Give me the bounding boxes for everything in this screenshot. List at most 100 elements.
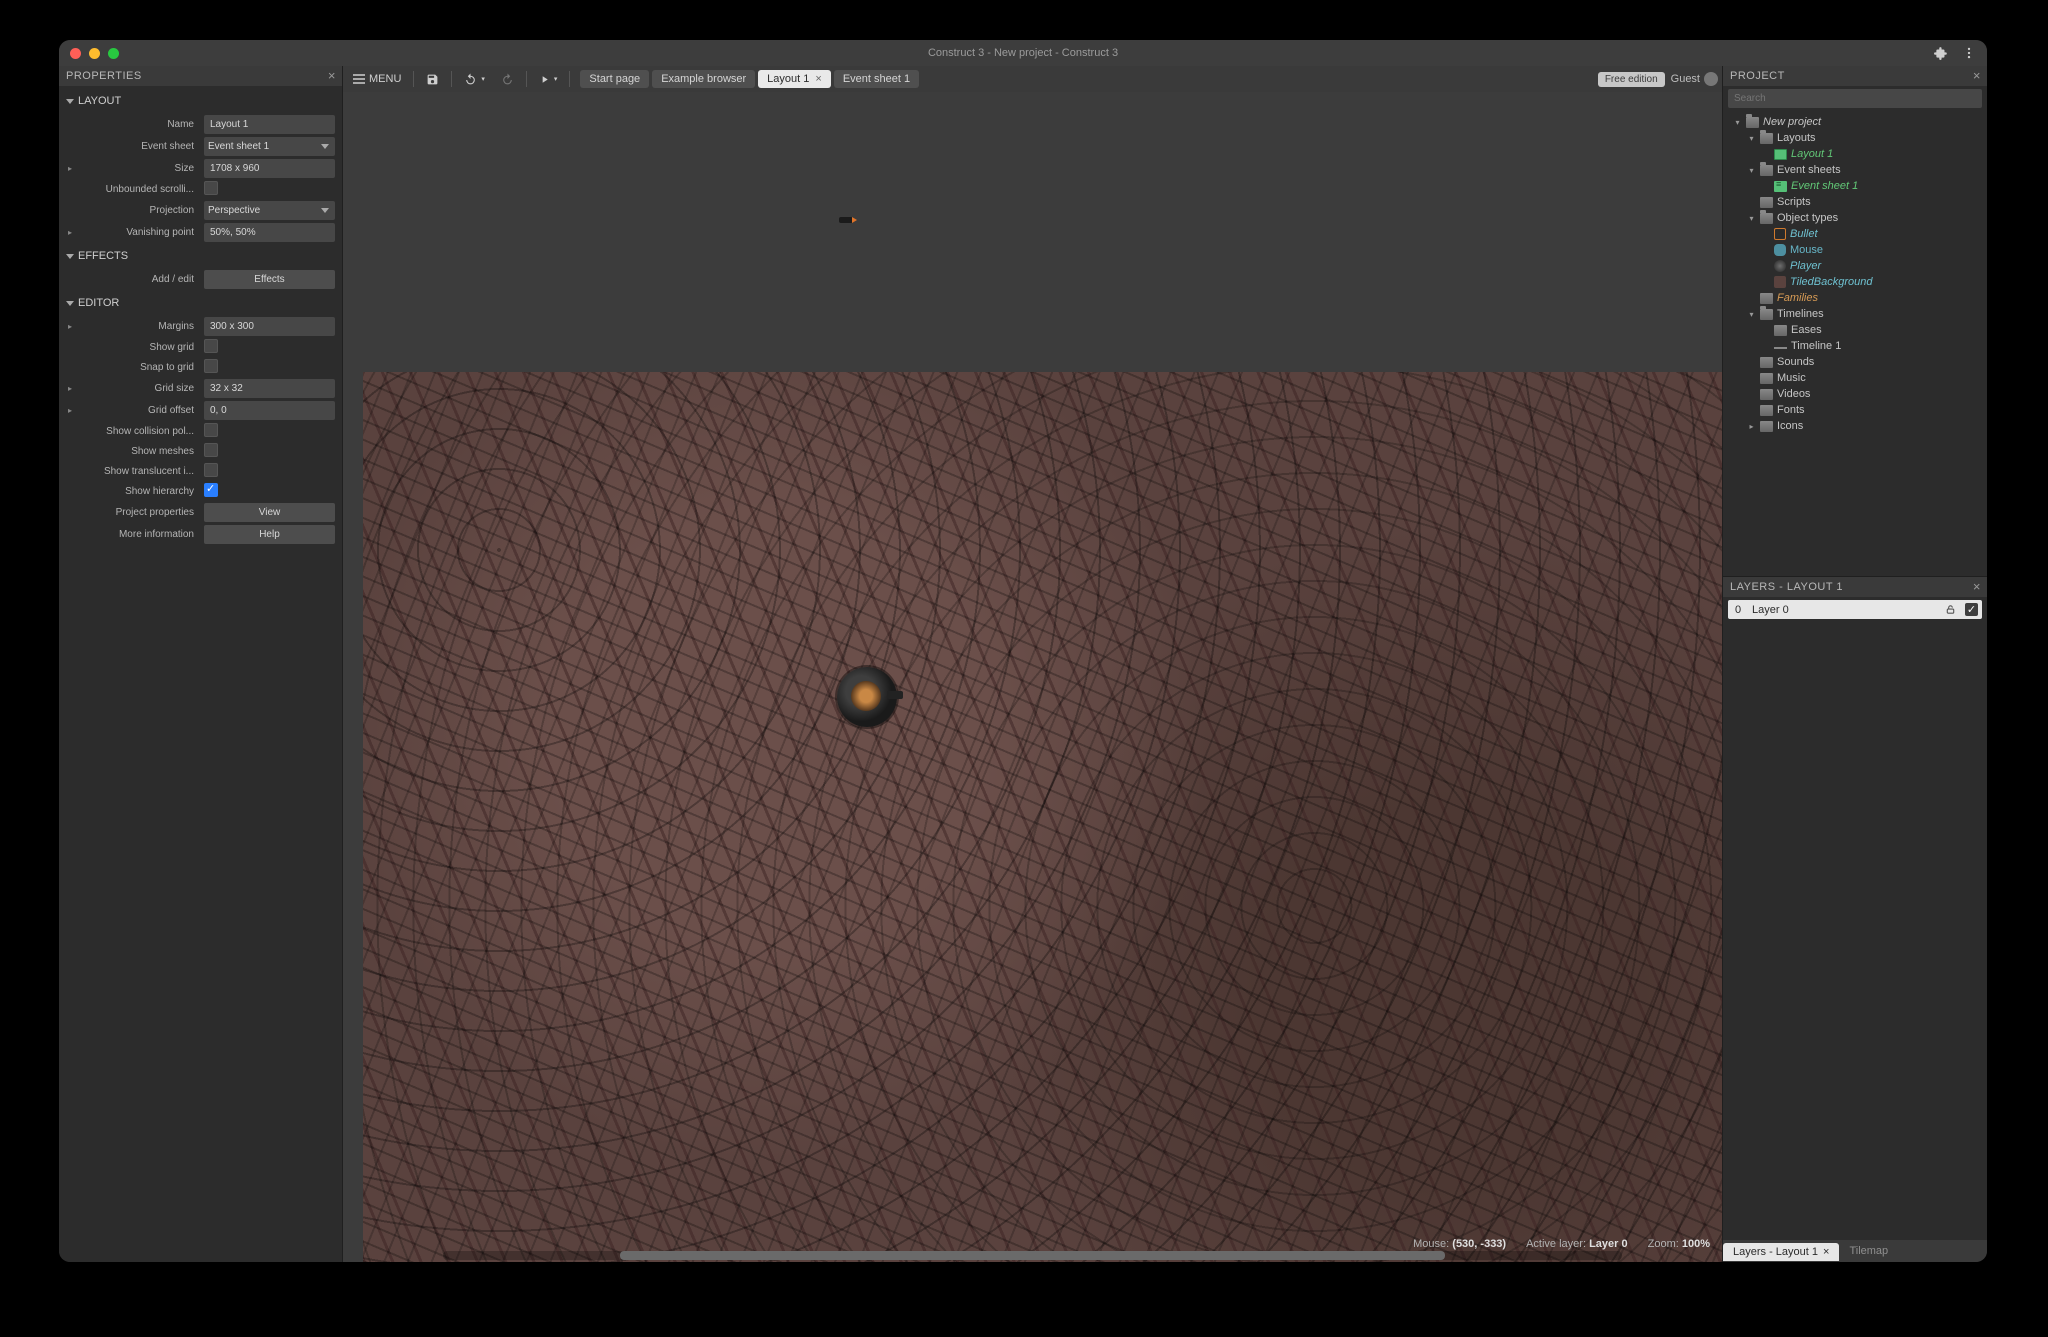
name-input[interactable] [204,115,335,134]
hierarchy-checkbox[interactable] [204,483,218,497]
tab-start-page[interactable]: Start page [580,70,649,88]
tree-timelines[interactable]: ▾Timelines [1727,306,1983,322]
window-title: Construct 3 - New project - Construct 3 [928,47,1118,59]
tab-event-sheet-1[interactable]: Event sheet 1 [834,70,919,88]
tree-sounds[interactable]: Sounds [1727,354,1983,370]
properties-panel-title: PROPERTIES × [59,66,342,86]
group-effects[interactable]: EFFECTS [66,245,335,267]
meshes-checkbox[interactable] [204,443,218,457]
bottom-dock-tabs: Layers - Layout 1× Tilemap [1723,1240,1987,1262]
player-object[interactable] [837,667,897,727]
layer-row[interactable]: 0 Layer 0 ✓ [1728,600,1982,619]
maximize-window-button[interactable] [108,48,119,59]
addedit-label: Add / edit [74,274,204,285]
help-button[interactable]: Help [204,525,335,544]
collision-label: Show collision pol... [74,426,204,437]
project-panel-title: PROJECT × [1723,66,1987,86]
redo-button[interactable] [495,70,520,89]
translucent-checkbox[interactable] [204,463,218,477]
tree-mouse[interactable]: Mouse [1727,242,1983,258]
hierarchy-label: Show hierarchy [74,486,204,497]
snap-label: Snap to grid [74,362,204,373]
vanishing-point-input[interactable] [204,223,335,242]
project-search-input[interactable] [1728,89,1982,108]
projection-select[interactable]: Perspective [204,201,335,220]
document-tabs: Start page Example browser Layout 1× Eve… [580,70,919,88]
layers-panel: LAYERS - LAYOUT 1 × 0 Layer 0 ✓ Layers -… [1723,576,1987,1262]
margins-input[interactable] [204,317,335,336]
tree-layouts[interactable]: ▾Layouts [1727,130,1983,146]
tree-eventsheets[interactable]: ▾Event sheets [1727,162,1983,178]
meshes-label: Show meshes [74,446,204,457]
gridoffset-input[interactable] [204,401,335,420]
tree-fonts[interactable]: Fonts [1727,402,1983,418]
tree-timeline1[interactable]: Timeline 1 [1727,338,1983,354]
snap-checkbox[interactable] [204,359,218,373]
play-button[interactable]: ▾ [533,71,564,88]
gridsize-input[interactable] [204,379,335,398]
tree-scripts[interactable]: Scripts [1727,194,1983,210]
guest-account[interactable]: Guest [1671,72,1718,86]
close-icon[interactable]: × [328,68,336,83]
close-tab-icon[interactable]: × [1823,1246,1829,1258]
tree-root[interactable]: ▾New project [1727,114,1983,130]
tab-tilemap[interactable]: Tilemap [1839,1242,1898,1260]
tree-families[interactable]: Families [1727,290,1983,306]
tree-icons[interactable]: ▸Icons [1727,418,1983,434]
eventsheet-label: Event sheet [74,141,204,152]
group-layout[interactable]: LAYOUT [66,90,335,112]
tree-player[interactable]: Player [1727,258,1983,274]
free-edition-badge[interactable]: Free edition [1598,72,1665,87]
tree-bullet[interactable]: Bullet [1727,226,1983,242]
tree-es1[interactable]: Event sheet 1 [1727,178,1983,194]
group-editor[interactable]: EDITOR [66,292,335,314]
effects-button[interactable]: Effects [204,270,335,289]
main-toolbar: MENU ▾ ▾ [343,66,1722,92]
close-icon[interactable]: × [1973,68,1981,83]
layer-index: 0 [1732,604,1744,616]
visibility-checkbox[interactable]: ✓ [1965,603,1978,616]
vanishing-point-label: Vanishing point [74,227,204,238]
minimize-window-button[interactable] [89,48,100,59]
tab-example-browser[interactable]: Example browser [652,70,755,88]
size-input[interactable] [204,159,335,178]
gridoffset-label: Grid offset [74,405,204,416]
collision-checkbox[interactable] [204,423,218,437]
tree-tiledbg[interactable]: TiledBackground [1727,274,1983,290]
canvas-statusbar: Mouse: (530, -333) Active layer: Layer 0… [1413,1238,1710,1250]
unbounded-label: Unbounded scrolli... [74,184,204,195]
tree-eases[interactable]: Eases [1727,322,1983,338]
traffic-lights [70,48,119,59]
tab-layout-1[interactable]: Layout 1× [758,70,831,88]
gridsize-label: Grid size [74,383,204,394]
tree-music[interactable]: Music [1727,370,1983,386]
close-icon[interactable]: × [1973,579,1981,594]
close-window-button[interactable] [70,48,81,59]
showgrid-label: Show grid [74,342,204,353]
showgrid-checkbox[interactable] [204,339,218,353]
layout-canvas[interactable]: Mouse: (530, -333) Active layer: Layer 0… [343,92,1722,1262]
extensions-icon[interactable] [1934,46,1948,60]
projprops-label: Project properties [74,507,204,518]
overflow-menu-icon[interactable] [1962,46,1976,60]
eventsheet-select[interactable]: Event sheet 1 [204,137,335,156]
horizontal-scrollbar[interactable] [443,1251,1622,1260]
menu-button[interactable]: MENU [347,70,407,88]
layer-name: Layer 0 [1752,604,1936,616]
translucent-label: Show translucent i... [74,466,204,477]
undo-button[interactable]: ▾ [458,70,491,89]
name-label: Name [74,119,204,130]
unbounded-checkbox[interactable] [204,181,218,195]
view-button[interactable]: View [204,503,335,522]
bullet-object[interactable] [839,217,853,223]
tree-layout-1[interactable]: Layout 1 [1727,146,1983,162]
tree-videos[interactable]: Videos [1727,386,1983,402]
save-button[interactable] [420,70,445,89]
right-panel: PROJECT × ▾New project ▾Layouts Layout 1… [1722,66,1987,1262]
lock-icon[interactable] [1944,603,1957,616]
tab-layers[interactable]: Layers - Layout 1× [1723,1243,1839,1261]
tiled-background-object[interactable] [363,372,1722,1262]
project-tree: ▾New project ▾Layouts Layout 1 ▾Event sh… [1723,111,1987,576]
close-tab-icon[interactable]: × [815,73,821,85]
tree-objecttypes[interactable]: ▾Object types [1727,210,1983,226]
